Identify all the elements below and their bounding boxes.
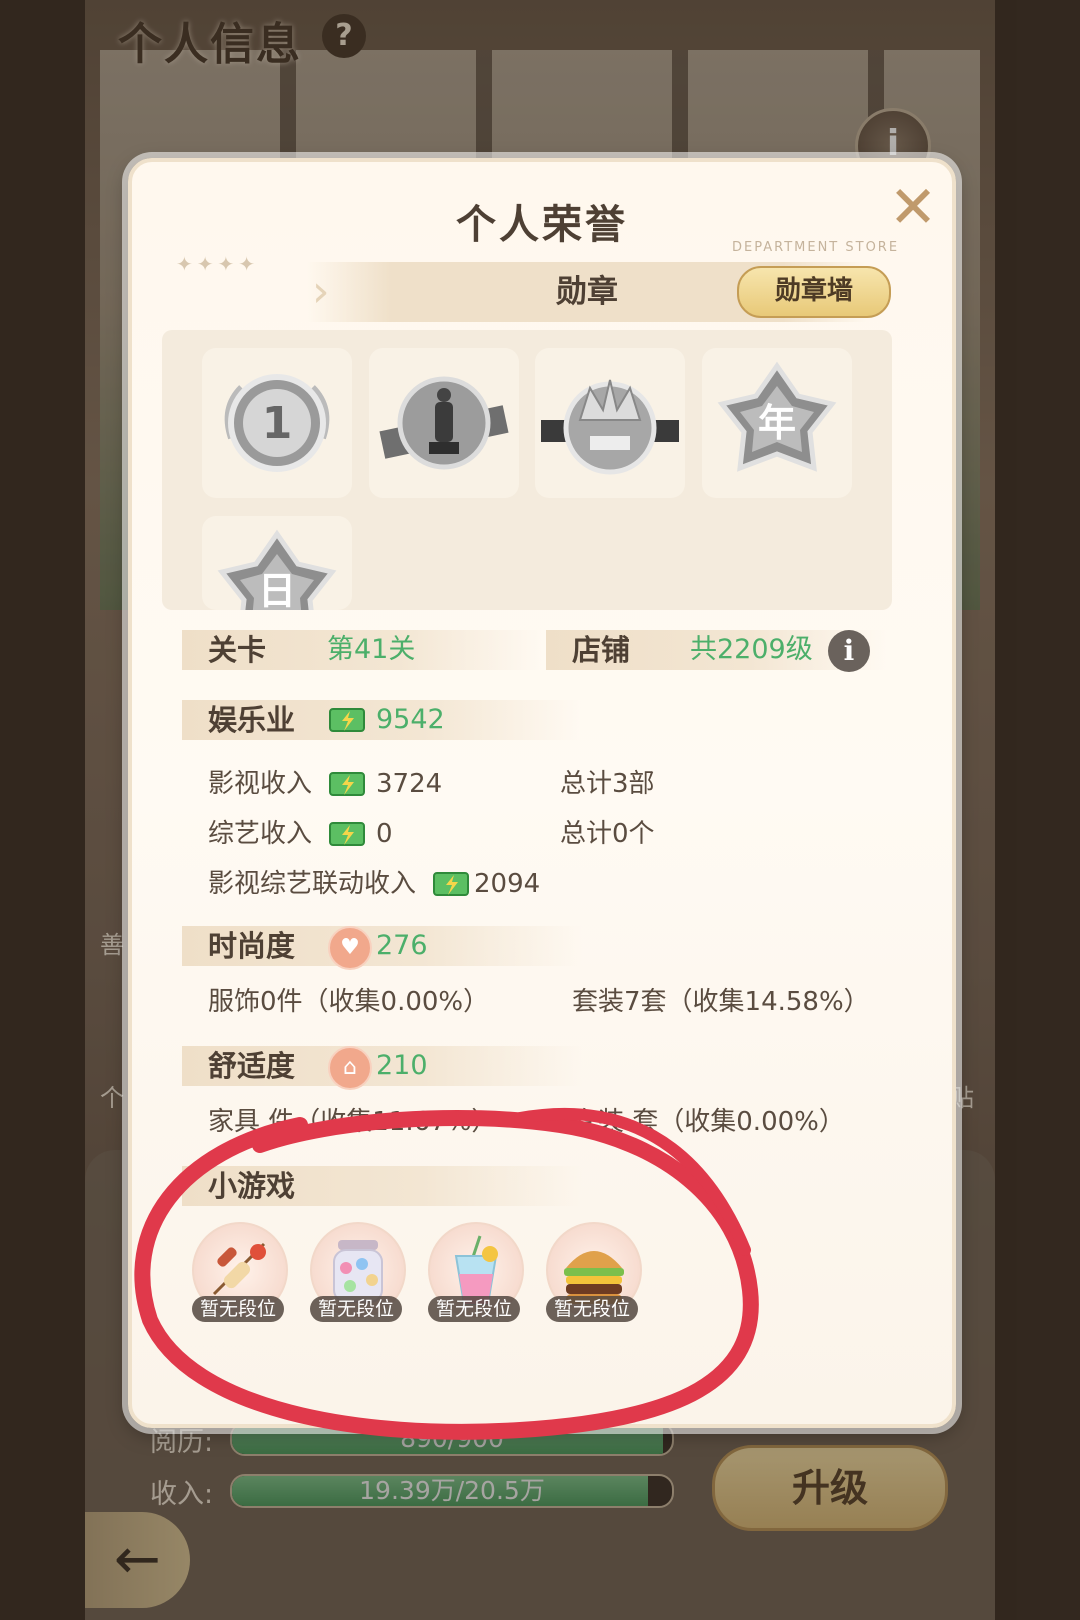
variety-total: 总计0个 [560,819,655,849]
game-rank-1: 暂无段位 [192,1296,284,1322]
medals-grid: 1 年 日 [162,330,892,610]
decor-text: DEPARTMENT STORE [732,240,900,255]
crossover-income-label: 影视综艺联动收入 [208,869,417,899]
medal-4-char: 年 [758,401,796,445]
fashion-label: 时尚度 [208,929,296,963]
fashion-value: 276 [376,930,428,961]
comfort-value: 210 [376,1050,428,1081]
entertainment-label: 娱乐业 [208,703,296,737]
fashion-shirt-icon: ♥ [328,926,372,970]
shop-label: 店铺 [572,633,631,667]
money-icon [329,822,365,846]
film-total: 总计3部 [560,769,655,799]
rank-1-medal-icon[interactable]: 1 [202,348,352,498]
oscar-film-medal-icon[interactable] [369,348,519,498]
comfort-house-icon: ⌂ [328,1046,372,1090]
level-label: 关卡 [208,633,267,667]
medal-1-number: 1 [262,398,293,449]
furniture-text: 家具 件（收集11.67%） [208,1107,498,1137]
info-icon[interactable]: i [828,630,870,672]
clothes-text: 服饰0件（收集0.00%） [208,987,490,1017]
money-icon [433,872,469,896]
shop-value: 共2209级 [690,634,813,665]
level-value: 第41关 [327,634,416,665]
crown-medal-icon[interactable] [535,348,685,498]
variety-income-value: 0 [376,819,393,849]
film-income-value: 3724 [376,769,443,799]
decor-stars: ✦✦✦✦ [176,252,260,276]
game-rank-3: 暂无段位 [428,1296,520,1322]
year-star-medal-icon[interactable]: 年 [702,348,852,498]
day-star-medal-icon[interactable]: 日 [202,516,352,610]
suits-text: 套装7套（收集14.58%） [572,987,870,1017]
money-icon [329,772,365,796]
crossover-income-value: 2094 [474,869,541,899]
variety-income-label: 综艺收入 [208,819,313,849]
game-rank-4: 暂无段位 [546,1296,638,1322]
money-icon [329,708,365,732]
furniture-set-text: 套装 套（收集0.00%） [572,1107,845,1137]
minigame-label: 小游戏 [208,1169,296,1203]
comfort-label: 舒适度 [208,1049,296,1083]
game-rank-2: 暂无段位 [310,1296,402,1322]
close-icon[interactable]: ✕ [884,178,942,236]
honor-dialog: 个人荣誉 ✕ DEPARTMENT STORE ✦✦✦✦ › 勋章 勋章墙 1 [128,158,956,1428]
medal-5-char: 日 [258,569,296,610]
film-income-label: 影视收入 [208,769,313,799]
entertainment-value: 9542 [376,704,445,735]
medal-wall-button[interactable]: 勋章墙 [737,266,891,318]
